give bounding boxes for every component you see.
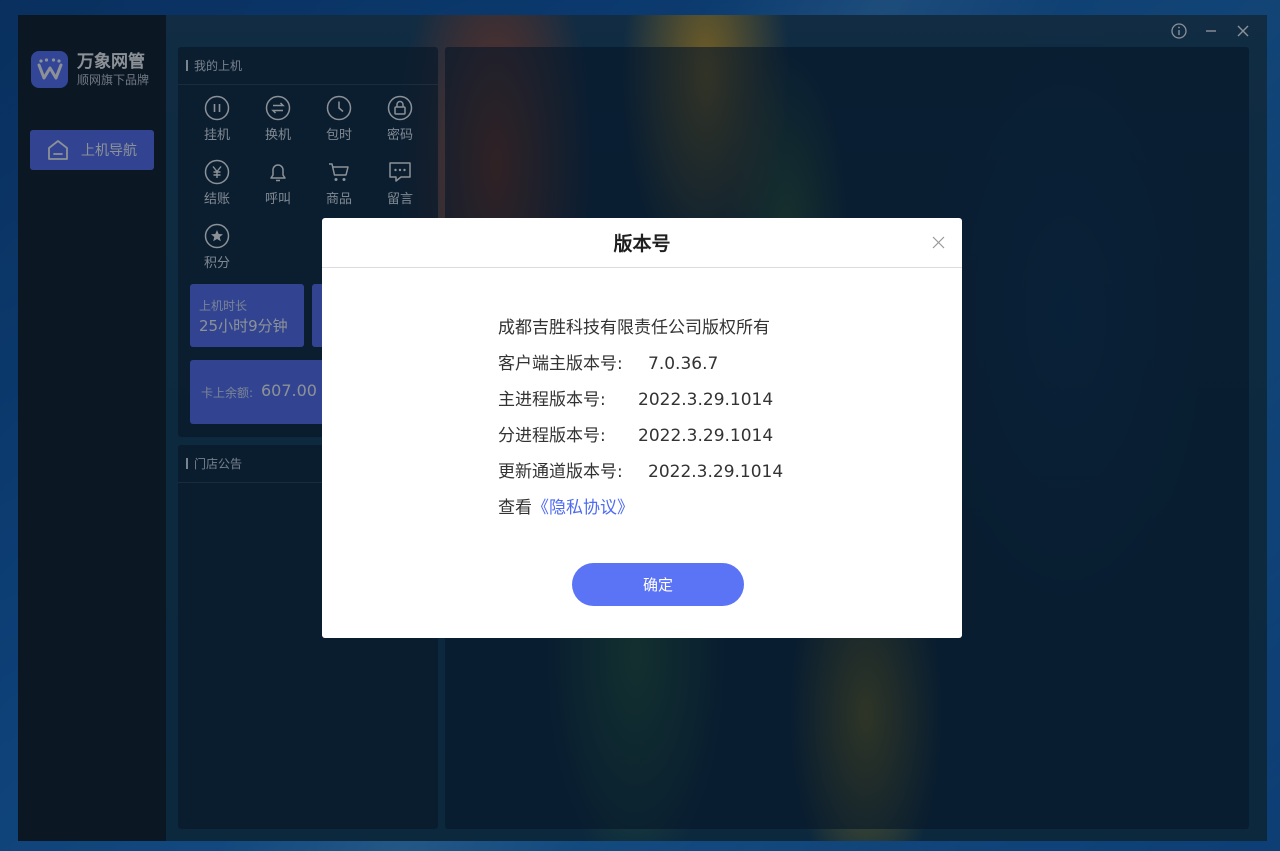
version-label: 更新通道版本号: xyxy=(498,462,623,482)
confirm-button[interactable]: 确定 xyxy=(572,563,744,606)
close-icon xyxy=(932,236,944,248)
version-label: 分进程版本号: xyxy=(498,426,606,446)
version-value: 2022.3.29.1014 xyxy=(638,426,774,446)
version-dialog: 版本号 成都吉胜科技有限责任公司版权所有 客户端主版本号: 7.0.36.7 主进… xyxy=(322,218,962,638)
version-label: 客户端主版本号: xyxy=(498,354,623,374)
version-row: 客户端主版本号: 7.0.36.7 xyxy=(498,346,783,382)
copyright-text: 成都吉胜科技有限责任公司版权所有 xyxy=(498,318,770,338)
version-row: 更新通道版本号: 2022.3.29.1014 xyxy=(498,454,783,490)
dialog-body: 成都吉胜科技有限责任公司版权所有 客户端主版本号: 7.0.36.7 主进程版本号… xyxy=(498,310,783,526)
dialog-close-button[interactable] xyxy=(930,234,946,250)
dialog-header: 版本号 xyxy=(322,218,962,268)
version-label: 主进程版本号: xyxy=(498,390,606,410)
privacy-prefix: 查看 xyxy=(498,498,532,518)
version-value: 2022.3.29.1014 xyxy=(638,390,774,410)
version-value: 2022.3.29.1014 xyxy=(648,462,784,482)
version-row: 分进程版本号: 2022.3.29.1014 xyxy=(498,418,783,454)
version-row: 主进程版本号: 2022.3.29.1014 xyxy=(498,382,783,418)
privacy-policy-link[interactable]: 《隐私协议》 xyxy=(532,498,634,518)
version-value: 7.0.36.7 xyxy=(648,354,719,374)
dialog-title: 版本号 xyxy=(613,233,671,255)
privacy-row: 查看《隐私协议》 xyxy=(498,490,783,526)
